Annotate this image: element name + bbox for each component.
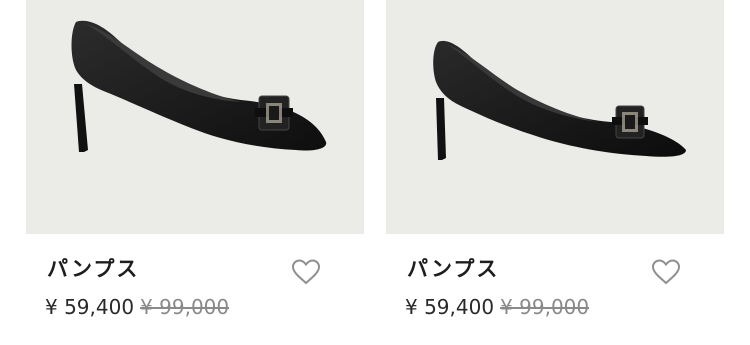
favorite-button[interactable] [650,258,682,286]
product-image[interactable] [26,0,364,234]
favorite-button[interactable] [290,258,322,286]
product-name[interactable]: パンプス [47,255,139,283]
heart-outline-icon [651,259,681,285]
sale-price: ¥ 59,400 [45,295,135,319]
product-card[interactable]: パンプス ¥ 59,400 ¥ 99,000 [26,0,364,345]
product-grid: パンプス ¥ 59,400 ¥ 99,000 パンプス ¥ 59,400 ¥ 9… [0,0,750,345]
heart-outline-icon [291,259,321,285]
price-row: ¥ 59,400 ¥ 99,000 [45,293,229,321]
sale-price: ¥ 59,400 [405,295,495,319]
pump-shoe-image [433,40,686,160]
price-row: ¥ 59,400 ¥ 99,000 [405,293,589,321]
product-image[interactable] [386,0,724,234]
original-price: ¥ 99,000 [140,295,230,319]
product-name[interactable]: パンプス [407,255,499,283]
product-card[interactable]: パンプス ¥ 59,400 ¥ 99,000 [386,0,724,345]
original-price: ¥ 99,000 [500,295,590,319]
pump-shoe-image [71,20,327,152]
